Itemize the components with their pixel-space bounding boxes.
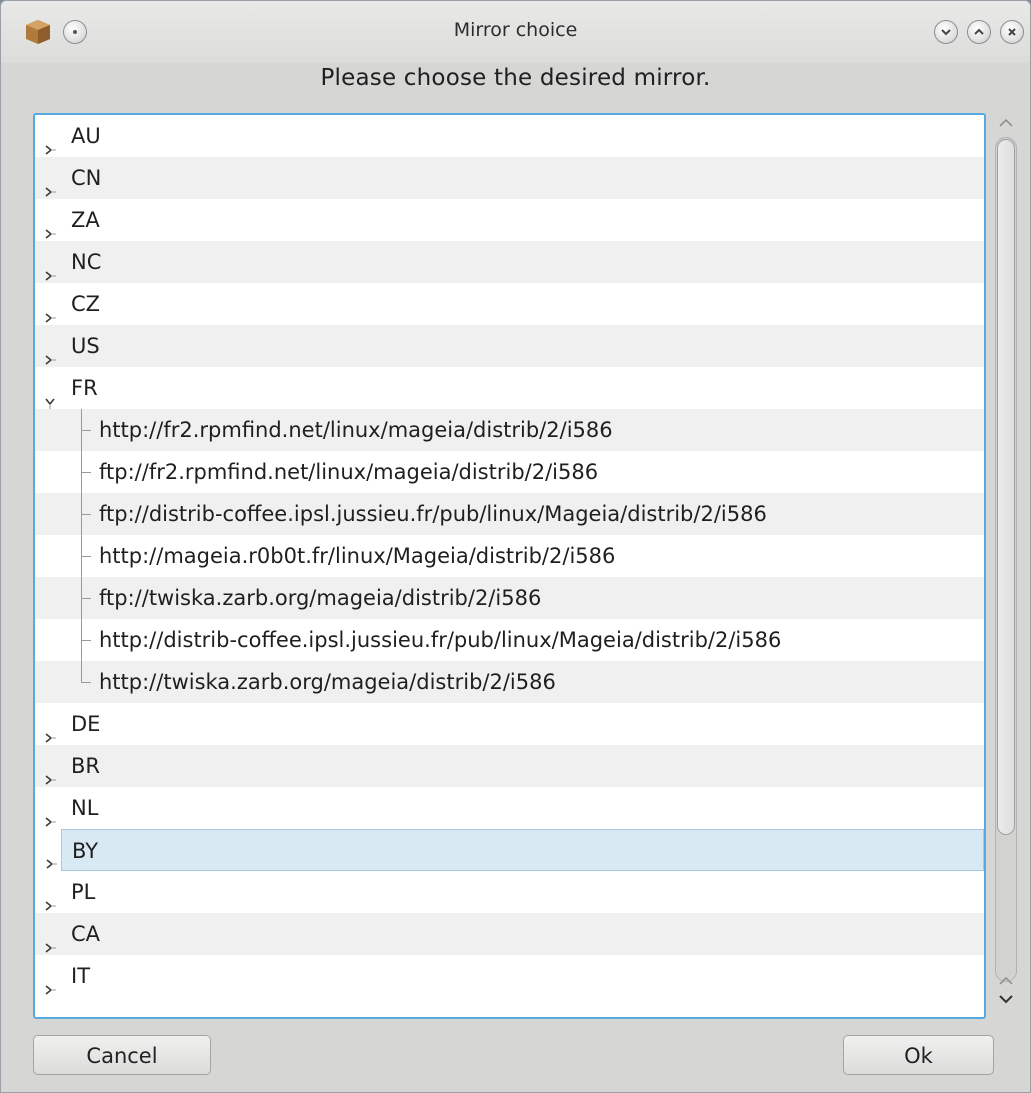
tree-row-country[interactable]: PL bbox=[35, 871, 984, 913]
collapsed-arrow-icon[interactable] bbox=[43, 885, 57, 911]
chevron-down-icon bbox=[940, 27, 952, 37]
tree-row-mirror[interactable]: http://mageia.r0b0t.fr/linux/Mageia/dist… bbox=[35, 535, 984, 577]
tree-branch-line bbox=[81, 661, 82, 683]
collapsed-arrow-icon[interactable] bbox=[43, 171, 57, 197]
title-bar[interactable]: Mirror choice bbox=[1, 1, 1030, 63]
country-label: US bbox=[71, 334, 100, 358]
tree-branch-line bbox=[81, 598, 91, 599]
tree-row-country[interactable]: ZA bbox=[35, 199, 984, 241]
tree-branch-line bbox=[81, 514, 91, 515]
collapsed-arrow-icon[interactable] bbox=[43, 297, 57, 323]
tree-row-mirror[interactable]: http://fr2.rpmfind.net/linux/mageia/dist… bbox=[35, 409, 984, 451]
tree-row-country[interactable]: IT bbox=[35, 955, 984, 997]
cancel-button[interactable]: Cancel bbox=[33, 1035, 211, 1075]
collapsed-arrow-icon[interactable] bbox=[44, 843, 58, 869]
tree-row-country[interactable]: BY bbox=[46, 829, 984, 871]
mirror-url-label: ftp://distrib-coffee.ipsl.jussieu.fr/pub… bbox=[99, 502, 767, 526]
tree-row-mirror[interactable]: ftp://twiska.zarb.org/mageia/distrib/2/i… bbox=[35, 577, 984, 619]
tree-branch-line bbox=[81, 472, 91, 473]
ok-button[interactable]: Ok bbox=[843, 1035, 994, 1075]
tree-row-country[interactable]: CN bbox=[35, 157, 984, 199]
collapsed-arrow-icon[interactable] bbox=[43, 339, 57, 365]
collapsed-arrow-icon[interactable] bbox=[43, 969, 57, 995]
window-title: Mirror choice bbox=[453, 19, 578, 41]
country-label: ZA bbox=[71, 208, 100, 232]
mirror-url-label: http://mageia.r0b0t.fr/linux/Mageia/dist… bbox=[99, 544, 616, 568]
country-label: IT bbox=[71, 964, 91, 988]
country-label: BY bbox=[72, 839, 99, 863]
mirror-choice-dialog: Mirror choice Please choose the desired … bbox=[0, 0, 1031, 1093]
close-button[interactable] bbox=[1000, 20, 1024, 44]
mirror-tree-view[interactable]: AU CN ZA NC CZ US FR http://fr2.rpmfind.net/lin… bbox=[33, 113, 986, 1019]
mirror-url-label: http://twiska.zarb.org/mageia/distrib/2/… bbox=[99, 670, 556, 694]
scroll-up-arrow-icon[interactable] bbox=[997, 973, 1015, 987]
country-label: NC bbox=[71, 250, 102, 274]
country-label: FR bbox=[71, 376, 98, 400]
expanded-arrow-icon[interactable] bbox=[43, 381, 57, 409]
country-label: DE bbox=[71, 712, 101, 736]
maximize-button[interactable] bbox=[967, 20, 991, 44]
scrollbar-thumb[interactable] bbox=[997, 139, 1015, 835]
close-icon bbox=[1007, 27, 1017, 37]
tree-branch-line bbox=[81, 430, 91, 431]
mirror-url-label: ftp://fr2.rpmfind.net/linux/mageia/distr… bbox=[99, 460, 599, 484]
country-label: NL bbox=[71, 796, 99, 820]
tree-row-country[interactable]: CZ bbox=[35, 283, 984, 325]
tree-row-country[interactable]: BR bbox=[35, 745, 984, 787]
tree-branch-line bbox=[81, 640, 91, 641]
country-label: CZ bbox=[71, 292, 101, 316]
tree-row-mirror[interactable]: ftp://distrib-coffee.ipsl.jussieu.fr/pub… bbox=[35, 493, 984, 535]
collapsed-arrow-icon[interactable] bbox=[43, 759, 57, 785]
collapsed-arrow-icon[interactable] bbox=[43, 213, 57, 239]
collapsed-arrow-icon[interactable] bbox=[43, 801, 57, 827]
tree-row-country[interactable]: DE bbox=[35, 703, 984, 745]
collapsed-arrow-icon[interactable] bbox=[43, 129, 57, 155]
country-label: PL bbox=[71, 880, 96, 904]
tree-row-mirror[interactable]: http://distrib-coffee.ipsl.jussieu.fr/pu… bbox=[35, 619, 984, 661]
country-label: BR bbox=[71, 754, 100, 778]
tree-row-country[interactable]: NC bbox=[35, 241, 984, 283]
collapsed-arrow-icon[interactable] bbox=[43, 717, 57, 743]
tree-row-country[interactable]: FR bbox=[35, 367, 984, 409]
tree-row-mirror[interactable]: ftp://fr2.rpmfind.net/linux/mageia/distr… bbox=[35, 451, 984, 493]
mirror-url-label: ftp://twiska.zarb.org/mageia/distrib/2/i… bbox=[99, 586, 542, 610]
collapsed-arrow-icon[interactable] bbox=[43, 927, 57, 953]
mirror-url-label: http://distrib-coffee.ipsl.jussieu.fr/pu… bbox=[99, 628, 782, 652]
scroll-up-arrow-icon[interactable] bbox=[997, 115, 1015, 129]
tree-row-country[interactable]: US bbox=[35, 325, 984, 367]
country-label: AU bbox=[71, 124, 101, 148]
tree-branch-line bbox=[81, 682, 91, 683]
tree-row-country[interactable]: NL bbox=[35, 787, 984, 829]
mirror-url-label: http://fr2.rpmfind.net/linux/mageia/dist… bbox=[99, 418, 613, 442]
instruction-label: Please choose the desired mirror. bbox=[320, 65, 711, 91]
vertical-scrollbar[interactable] bbox=[989, 113, 1023, 1019]
scrollbar-track[interactable] bbox=[995, 137, 1017, 982]
country-label: CN bbox=[71, 166, 102, 190]
tree-rows: AU CN ZA NC CZ US FR http://fr2.rpmfind.net/lin… bbox=[35, 115, 984, 997]
minimize-button[interactable] bbox=[934, 20, 958, 44]
tree-row-mirror[interactable]: http://twiska.zarb.org/mageia/distrib/2/… bbox=[35, 661, 984, 703]
tree-row-country[interactable]: CA bbox=[35, 913, 984, 955]
scroll-down-arrow-icon[interactable] bbox=[997, 991, 1015, 1005]
tree-branch-line bbox=[81, 556, 91, 557]
chevron-up-icon bbox=[973, 27, 985, 37]
country-label: CA bbox=[71, 922, 101, 946]
tree-row-country[interactable]: AU bbox=[35, 115, 984, 157]
collapsed-arrow-icon[interactable] bbox=[43, 255, 57, 281]
